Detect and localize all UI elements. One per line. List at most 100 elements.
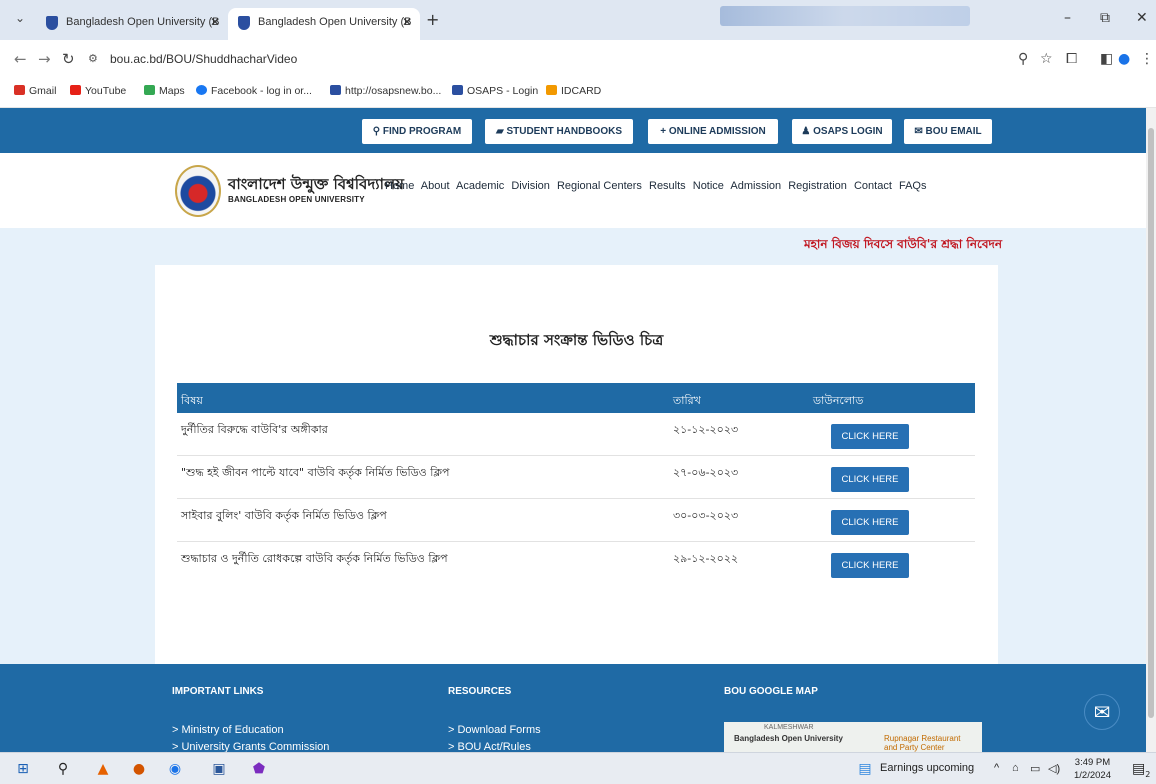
footer-link-ugc[interactable]: > University Grants Commission (172, 741, 329, 752)
nav-division[interactable]: Division (511, 180, 550, 192)
minimize-icon[interactable]: – (1064, 10, 1071, 26)
url-field[interactable]: bou.ac.bd/BOU/ShuddhacharVideo (110, 52, 297, 66)
bookmark-gmail[interactable]: Gmail (14, 85, 56, 97)
row-subject: শুদ্ধাচার ও দুর্নীতি রোধকল্পে বাউবি কর্ত… (181, 552, 448, 565)
reload-icon[interactable]: ↻ (62, 50, 75, 68)
online-admission-button[interactable]: + ONLINE ADMISSION (648, 119, 778, 144)
close-icon[interactable]: ✕ (210, 15, 220, 29)
search-icon[interactable]: ⚲ (54, 760, 72, 778)
battery-icon[interactable]: ▭ (1030, 762, 1040, 775)
vlc-icon[interactable]: ▲ (94, 760, 112, 778)
nav-contact[interactable]: Contact (854, 180, 892, 192)
map-restaurant-label: Rupnagar Restaurant and Party Center (884, 734, 961, 752)
video-table: বিষয় তারিখ ডাউনলোড দুর্নীতির বিরুদ্ধে ব… (177, 383, 975, 585)
column-header-download: ডাউনলোড (813, 394, 864, 407)
column-header-subject: বিষয় (181, 394, 203, 407)
windows-start-icon[interactable]: ⊞ (14, 760, 32, 778)
bookmark-facebook[interactable]: Facebook - log in or... (196, 85, 312, 97)
gmail-icon (14, 85, 25, 95)
back-arrow-icon[interactable]: ← (14, 50, 27, 68)
address-bar-row: ← → ↻ ⚙ bou.ac.bd/BOU/ShuddhacharVideo ⚲… (0, 40, 1156, 78)
search-icon: ⚲ (372, 126, 381, 137)
footer-link-download-forms[interactable]: > Download Forms (448, 724, 541, 736)
idcard-icon (546, 85, 557, 95)
chrome-icon[interactable]: ◉ (166, 760, 184, 778)
bou-email-button[interactable]: ✉ BOU EMAIL (904, 119, 992, 144)
bookmark-osapsnew[interactable]: http://osapsnew.bo... (330, 85, 441, 97)
click-here-button[interactable]: CLICK HERE (831, 553, 909, 578)
browser-tab-title: Bangladesh Open University (B (66, 16, 220, 28)
envelope-icon: ✉ (914, 126, 923, 137)
nav-about[interactable]: About (421, 180, 450, 192)
bou-favicon-icon (452, 85, 463, 95)
volume-icon[interactable]: ◁) (1048, 762, 1060, 775)
nav-regional-centers[interactable]: Regional Centers (557, 180, 642, 192)
main-navigation: Home About Academic Division Regional Ce… (385, 180, 930, 192)
find-program-button[interactable]: ⚲ FIND PROGRAM (362, 119, 472, 144)
window-close-icon[interactable]: ✕ (1136, 10, 1148, 26)
click-here-button[interactable]: CLICK HERE (831, 467, 909, 492)
browser-menu-icon[interactable]: ⋮ (1140, 51, 1154, 67)
nav-academic[interactable]: Academic (456, 180, 504, 192)
nav-faqs[interactable]: FAQs (899, 180, 927, 192)
osaps-login-button[interactable]: ♟ OSAPS LOGIN (792, 119, 892, 144)
browser-tab-1[interactable]: Bangladesh Open University (B ✕ (36, 8, 228, 40)
click-here-button[interactable]: CLICK HERE (831, 424, 909, 449)
side-panel-icon[interactable]: ◧ (1100, 51, 1113, 67)
google-map-embed[interactable]: KALMESHWAR Bangladesh Open University Ru… (724, 722, 982, 752)
user-icon: ♟ (801, 126, 811, 137)
page-scrollbar[interactable] (1146, 108, 1156, 752)
row-subject: দুর্নীতির বিরুদ্ধে বাউবি'র অঙ্গীকার (181, 423, 328, 436)
click-here-button[interactable]: CLICK HERE (831, 510, 909, 535)
row-date: ২৯-১২-২০২২ (673, 552, 739, 565)
news-widget-text[interactable]: Earnings upcoming (880, 762, 974, 774)
zoom-icon[interactable]: ⚲ (1018, 51, 1028, 67)
student-handbooks-button[interactable]: ▰ STUDENT HANDBOOKS (485, 119, 633, 144)
book-icon: ▰ (495, 126, 504, 137)
forward-arrow-icon[interactable]: → (38, 50, 51, 68)
logo-english-text[interactable]: BANGLADESH OPEN UNIVERSITY (228, 195, 365, 204)
word-icon[interactable]: ▣ (210, 760, 228, 778)
firefox-icon[interactable]: ● (130, 760, 148, 778)
browser-tab-2-active[interactable]: Bangladesh Open University (B ✕ (228, 8, 420, 40)
notification-center-icon[interactable]: ▤2 (1132, 760, 1150, 779)
scrollbar-thumb[interactable] (1148, 128, 1154, 718)
bookmark-maps[interactable]: Maps (144, 85, 185, 97)
restore-icon[interactable]: ⧉ (1100, 10, 1110, 26)
tab-search-chevron-icon[interactable]: ⌄ (10, 11, 30, 29)
language-toolbar-overlay (720, 6, 970, 26)
extensions-icon[interactable]: ⧠ (1066, 51, 1077, 67)
footer-link-ministry[interactable]: > Ministry of Education (172, 724, 284, 736)
bou-logo-icon[interactable] (175, 165, 221, 217)
bookmark-star-icon[interactable]: ☆ (1040, 51, 1053, 67)
shield-app-icon[interactable]: ⬟ (250, 760, 268, 778)
nav-admission[interactable]: Admission (730, 180, 781, 192)
row-subject: সাইবার বুলিং' বাউবি কর্তৃক নির্মিত ভিডিও… (181, 509, 387, 522)
chat-mail-icon[interactable]: ✉ (1084, 694, 1120, 730)
site-header: বাংলাদেশ উন্মুক্ত বিশ্ববিদ্যালয় BANGLAD… (0, 153, 1146, 228)
nav-registration[interactable]: Registration (788, 180, 847, 192)
profile-avatar-icon[interactable]: ● (1118, 51, 1130, 67)
site-top-bar: ⚲ FIND PROGRAM ▰ STUDENT HANDBOOKS + ONL… (0, 108, 1146, 153)
footer-link-bou-act[interactable]: > BOU Act/Rules (448, 741, 531, 752)
close-icon[interactable]: ✕ (402, 15, 412, 29)
tray-chevron-icon[interactable]: ^ (994, 762, 999, 774)
bookmark-youtube[interactable]: YouTube (70, 85, 126, 97)
bookmark-idcard[interactable]: IDCARD (546, 85, 601, 97)
site-settings-icon[interactable]: ⚙ (88, 52, 98, 65)
nav-results[interactable]: Results (649, 180, 686, 192)
facebook-icon (196, 85, 207, 95)
news-widget-icon[interactable]: ▤ (856, 760, 874, 778)
bookmark-osaps-login[interactable]: OSAPS - Login (452, 85, 538, 97)
footer-map-heading: BOU GOOGLE MAP (724, 686, 818, 697)
system-clock[interactable]: 3:49 PM 1/2/2024 (1074, 756, 1111, 782)
nav-notice[interactable]: Notice (693, 180, 724, 192)
network-icon[interactable]: ⌂ (1012, 762, 1019, 774)
bou-favicon-icon (330, 85, 341, 95)
windows-taskbar: ⊞ ⚲ ▲ ● ◉ ▣ ⬟ ▤ Earnings upcoming ^ ⌂ ▭ … (0, 752, 1156, 784)
row-subject: "শুদ্ধ হই জীবন পাল্টে যাবে" বাউবি কর্তৃক… (181, 466, 450, 479)
notice-marquee[interactable]: মহান বিজয় দিবসে বাউবি'র শ্রদ্ধা নিবেদন (804, 236, 1002, 256)
nav-home[interactable]: Home (385, 180, 414, 192)
new-tab-plus-icon[interactable]: + (426, 10, 439, 29)
site-footer: IMPORTANT LINKS > Ministry of Education … (0, 664, 1146, 752)
